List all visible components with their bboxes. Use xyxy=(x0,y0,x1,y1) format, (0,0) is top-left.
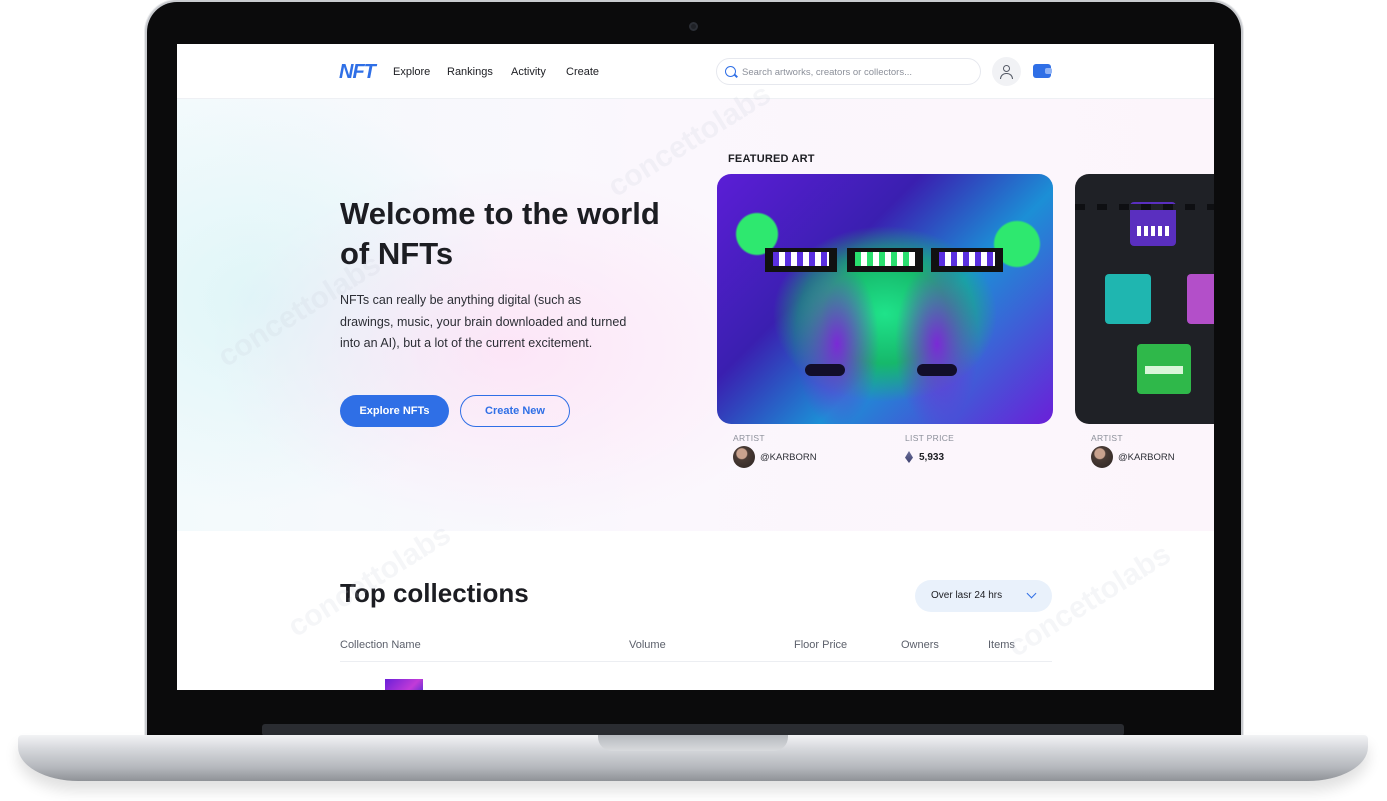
search-box[interactable] xyxy=(716,58,981,85)
laptop-notch xyxy=(598,735,788,751)
featured-artwork-2[interactable] xyxy=(1075,174,1214,424)
top-collections-title: Top collections xyxy=(340,578,529,608)
search-icon xyxy=(725,66,736,77)
period-select[interactable]: Over lasr 24 hrs xyxy=(915,580,1052,612)
period-select-value: Over lasr 24 hrs xyxy=(931,590,1003,601)
camera-icon xyxy=(689,22,698,31)
card2-artist-handle[interactable]: @KARBORN xyxy=(1118,452,1175,463)
collection-thumbnail[interactable] xyxy=(385,679,423,690)
ethereum-icon xyxy=(905,451,913,463)
card2-artist-label: ARTIST xyxy=(1091,433,1123,443)
logo[interactable]: NFT xyxy=(339,61,376,84)
card1-price: 5,933 xyxy=(919,452,945,463)
column-header-volume[interactable]: Volume xyxy=(629,639,666,651)
user-icon xyxy=(1003,65,1010,72)
column-header-collection-name[interactable]: Collection Name xyxy=(340,639,421,651)
avatar[interactable] xyxy=(733,446,755,468)
nav-link-activity[interactable]: Activity xyxy=(511,66,546,78)
card1-artist-handle[interactable]: @KARBORN xyxy=(760,452,817,463)
search-input[interactable] xyxy=(742,63,972,81)
column-header-owners[interactable]: Owners xyxy=(901,639,939,651)
wallet-icon[interactable] xyxy=(1033,64,1052,78)
featured-artwork-1[interactable] xyxy=(717,174,1053,424)
hero-title: Welcome to the world of NFTs xyxy=(340,196,660,271)
featured-art-label: FEATURED ART xyxy=(728,153,815,165)
explore-nfts-button[interactable]: Explore NFTs xyxy=(340,395,449,427)
hero-section: Welcome to the world of NFTs NFTs can re… xyxy=(177,99,1214,531)
user-profile-button[interactable] xyxy=(992,57,1021,86)
avatar[interactable] xyxy=(1091,446,1113,468)
top-navbar: NFT Explore Rankings Activity Create xyxy=(177,44,1214,99)
card1-price-label: LIST PRICE xyxy=(905,433,955,443)
column-header-floor-price[interactable]: Floor Price xyxy=(794,639,847,651)
browser-screen: NFT Explore Rankings Activity Create Wel… xyxy=(177,44,1214,690)
column-header-items[interactable]: Items xyxy=(988,639,1015,651)
table-header-divider xyxy=(340,661,1052,662)
nav-link-explore[interactable]: Explore xyxy=(393,66,430,78)
nav-link-create[interactable]: Create xyxy=(566,66,599,78)
card1-artist-label: ARTIST xyxy=(733,433,765,443)
create-new-button[interactable]: Create New xyxy=(460,395,570,427)
hero-description: NFTs can really be anything digital (suc… xyxy=(340,293,627,350)
nav-link-rankings[interactable]: Rankings xyxy=(447,66,493,78)
chevron-down-icon xyxy=(1026,588,1037,599)
